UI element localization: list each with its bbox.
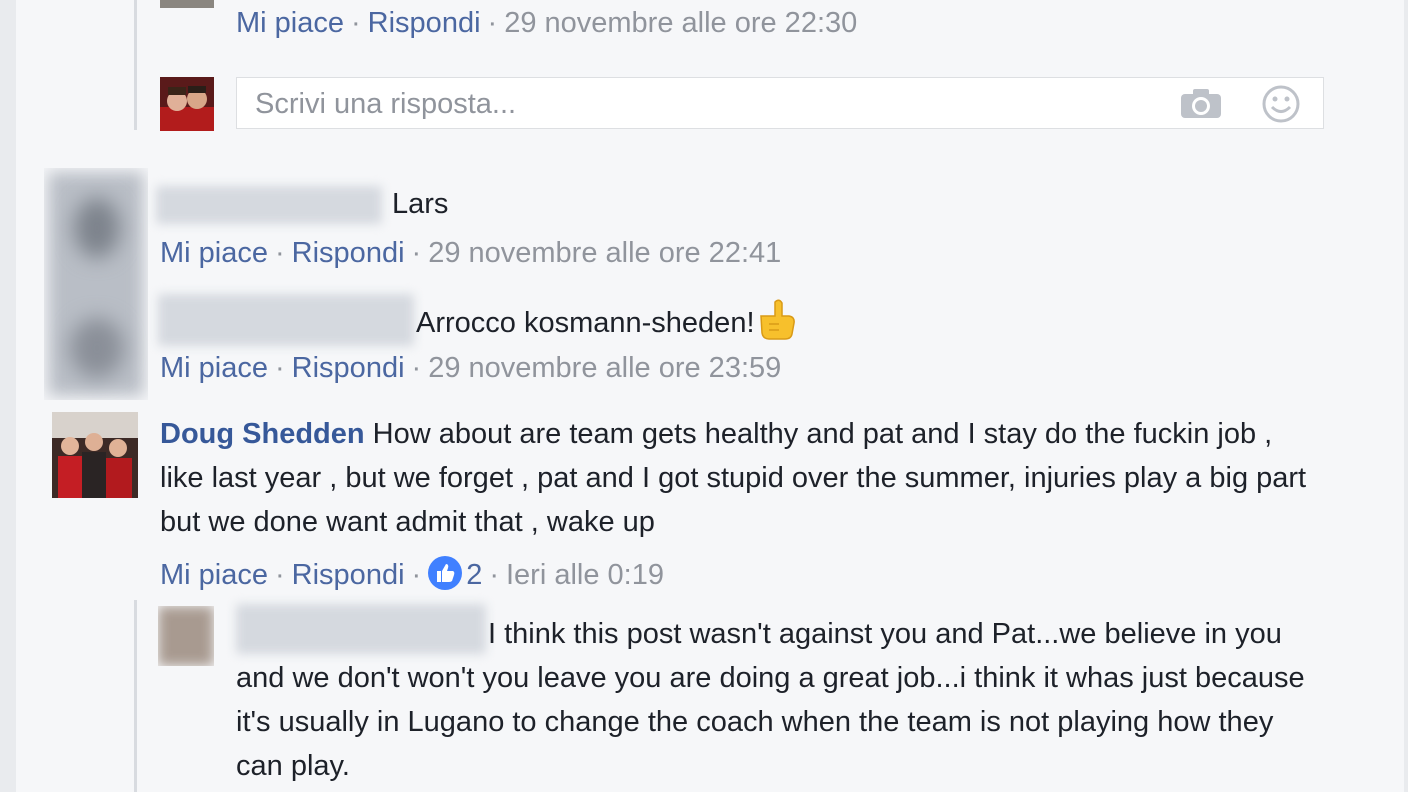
- reply-thread-line: [134, 600, 137, 792]
- like-link[interactable]: Mi piace: [160, 352, 268, 384]
- like-link[interactable]: Mi piace: [160, 237, 268, 269]
- comment-text: Lars: [392, 188, 449, 220]
- commenter-name[interactable]: [156, 186, 382, 224]
- timestamp[interactable]: Ieri alle 0:19: [506, 559, 664, 591]
- like-link[interactable]: Mi piace: [236, 7, 344, 39]
- commenter-name[interactable]: Doug Shedden: [160, 418, 365, 450]
- reply-link[interactable]: Rispondi: [292, 559, 405, 591]
- comment-text: I think this post wasn't against you and…: [236, 618, 1305, 782]
- comment-actions: Mi piace · Rispondi · 2 · Ieri alle 0:19: [160, 556, 664, 592]
- camera-icon[interactable]: [1179, 88, 1223, 120]
- right-page-edge: [1404, 0, 1408, 792]
- reaction-count[interactable]: 2: [466, 559, 482, 591]
- reply-box: [236, 77, 1324, 129]
- timestamp[interactable]: 29 novembre alle ore 23:59: [428, 352, 781, 384]
- commenter-name[interactable]: [158, 294, 414, 346]
- comment-text: Doug Shedden How about are team gets hea…: [160, 418, 1307, 538]
- reply-link[interactable]: Rispondi: [368, 7, 481, 39]
- timestamp[interactable]: 29 novembre alle ore 22:41: [428, 237, 781, 269]
- avatar[interactable]: [52, 412, 138, 498]
- avatar[interactable]: [44, 168, 148, 400]
- left-page-edge: [0, 0, 16, 792]
- avatar[interactable]: [160, 0, 214, 8]
- like-reaction-icon[interactable]: [428, 556, 463, 590]
- comment-text: Arrocco kosmann-sheden!: [416, 298, 799, 345]
- pointing-hand-emoji: [759, 299, 795, 340]
- reply-thread-line: [134, 0, 137, 130]
- avatar[interactable]: [158, 606, 214, 666]
- comment-actions: Mi piace · Rispondi · 29 novembre alle ore 2…: [160, 352, 782, 384]
- reply-link[interactable]: Rispondi: [292, 352, 405, 384]
- timestamp[interactable]: 29 novembre alle ore 22:30: [504, 7, 857, 39]
- comment-actions: Mi piace · Rispondi · 29 novembre alle ore 2…: [160, 237, 782, 269]
- like-link[interactable]: Mi piace: [160, 559, 268, 591]
- reply-link[interactable]: Rispondi: [292, 237, 405, 269]
- current-user-avatar[interactable]: [160, 77, 214, 131]
- smiley-icon[interactable]: [1261, 84, 1301, 124]
- comment-actions: Mi piace · Rispondi · 29 novembre alle ore 2…: [236, 7, 858, 39]
- reply-input[interactable]: [253, 86, 1157, 122]
